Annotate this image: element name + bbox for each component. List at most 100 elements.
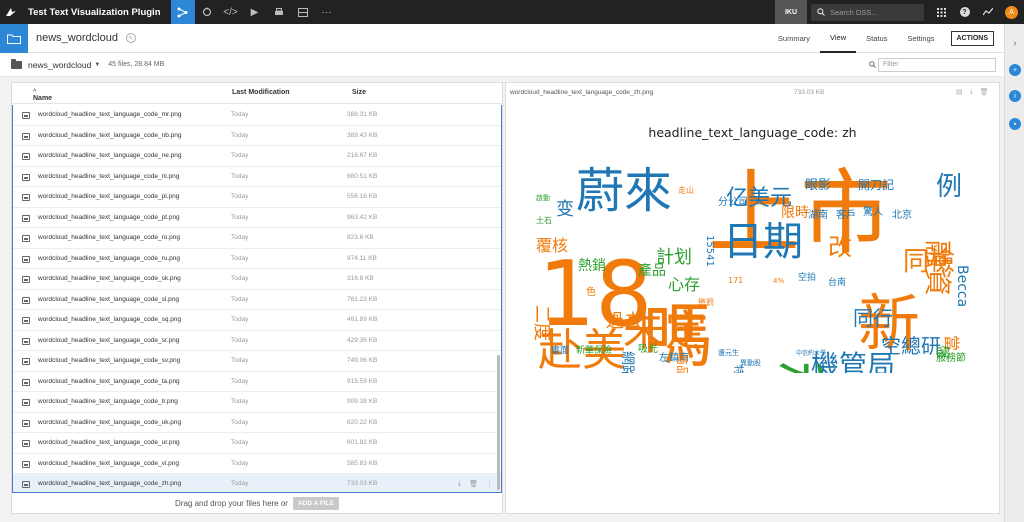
apps-grid-icon[interactable] [930, 0, 953, 24]
wordcloud-word: 吸光 [638, 342, 658, 355]
file-name[interactable]: wordcloud_headline_text_language_code_pt… [38, 214, 180, 221]
file-list-scrollbar[interactable] [497, 355, 500, 490]
tab-settings[interactable]: Settings [897, 24, 944, 53]
object-name[interactable]: news_wordcloud [36, 32, 118, 44]
add-file-button[interactable]: ADD A FILE [292, 496, 339, 510]
run-play-icon[interactable]: ▶ [243, 0, 267, 24]
tab-summary[interactable]: Summary [768, 24, 820, 53]
file-name[interactable]: wordcloud_headline_text_language_code_ru… [38, 255, 180, 262]
file-row[interactable]: wordcloud_headline_text_language_code_sr… [13, 331, 501, 351]
file-row[interactable]: wordcloud_headline_text_language_code_ru… [13, 249, 501, 269]
file-name[interactable]: wordcloud_headline_text_language_code_tr… [38, 398, 178, 405]
file-row[interactable]: wordcloud_headline_text_language_code_pt… [13, 208, 501, 228]
file-row[interactable]: wordcloud_headline_text_language_code_ur… [13, 433, 501, 454]
file-name[interactable]: wordcloud_headline_text_language_code_sr… [38, 337, 179, 344]
file-name[interactable]: wordcloud_headline_text_language_code_sv… [38, 357, 180, 364]
file-row[interactable]: wordcloud_headline_text_language_code_mr… [13, 105, 501, 126]
add-plus-icon[interactable]: + [1009, 64, 1021, 76]
file-size: 556.16 KB [347, 193, 378, 201]
file-name[interactable]: wordcloud_headline_text_language_code_zh… [38, 480, 181, 487]
file-row[interactable]: wordcloud_headline_text_language_code_ne… [13, 146, 501, 167]
recipes-cycle-icon[interactable] [195, 0, 219, 24]
image-file-icon [22, 112, 30, 119]
file-name[interactable]: wordcloud_headline_text_language_code_sq… [38, 316, 181, 323]
flow-icon[interactable] [170, 0, 195, 24]
row-delete-icon[interactable]: 🗑 [469, 480, 478, 488]
file-modified: Today [231, 316, 249, 324]
file-name[interactable]: wordcloud_headline_text_language_code_sl… [38, 296, 179, 303]
file-row[interactable]: wordcloud_headline_text_language_code_nb… [13, 126, 501, 146]
collapse-arrow-icon[interactable]: › [1009, 37, 1021, 49]
file-row[interactable]: wordcloud_headline_text_language_code_tr… [13, 392, 501, 413]
column-name[interactable]: Name ^ [33, 89, 52, 102]
edit-pencil-icon[interactable]: ✎ [125, 33, 136, 43]
drop-zone[interactable]: Drag and drop your files here or ADD A F… [12, 493, 502, 513]
app-title[interactable]: Test Text Visualization Plugin [22, 7, 171, 18]
top-navigation-bar: Test Text Visualization Plugin </> ▶ ···… [0, 0, 1024, 24]
file-row[interactable]: wordcloud_headline_text_language_code_sq… [13, 310, 501, 331]
row-more-icon[interactable]: ⋮ [486, 480, 493, 488]
file-modified: Today [231, 275, 249, 283]
discussion-chat-icon[interactable]: ▪ [1009, 118, 1021, 130]
more-menu-icon[interactable]: ··· [315, 0, 339, 24]
file-name[interactable]: wordcloud_headline_text_language_code_mr… [38, 111, 181, 118]
file-name[interactable]: wordcloud_headline_text_language_code_pl… [38, 193, 179, 200]
user-avatar[interactable]: A [1005, 5, 1018, 19]
help-icon[interactable]: ? [953, 0, 976, 24]
image-file-icon [22, 481, 30, 488]
chevron-down-icon[interactable]: ▼ [94, 62, 100, 68]
file-row[interactable]: wordcloud_headline_text_language_code_uk… [13, 413, 501, 433]
file-row[interactable]: wordcloud_headline_text_language_code_sl… [13, 290, 501, 310]
file-name[interactable]: wordcloud_headline_text_language_code_nl… [38, 173, 179, 180]
file-name[interactable]: wordcloud_headline_text_language_code_uk… [38, 419, 181, 426]
wordcloud-word: 土石 [536, 215, 552, 225]
dashboard-icon[interactable] [291, 0, 315, 24]
filter-input[interactable]: Filter [878, 57, 996, 72]
file-size: 218.67 KB [347, 152, 378, 160]
file-name[interactable]: wordcloud_headline_text_language_code_ta… [38, 378, 180, 385]
code-icon[interactable]: </> [219, 0, 243, 24]
tab-status[interactable]: Status [856, 24, 897, 53]
file-row[interactable]: wordcloud_headline_text_language_code_ta… [13, 372, 501, 392]
file-size: 620.22 KB [347, 418, 378, 426]
info-icon[interactable]: i [1009, 90, 1021, 102]
file-row[interactable]: wordcloud_headline_text_language_code_sv… [13, 351, 501, 372]
image-file-icon [22, 419, 30, 427]
file-modified: Today [231, 398, 249, 406]
wordcloud-word: 走山 [678, 185, 694, 195]
wordcloud-svg: 上市18嗎新稱蔚來赴美日期未定機管局同檢融資例改心存計划熱銷產品網路過去二度覆核… [531, 160, 970, 425]
image-file-icon [22, 337, 30, 345]
global-search-input[interactable]: Search DSS... [811, 3, 924, 21]
actions-button[interactable]: ACTIONS [950, 30, 994, 46]
file-name[interactable]: wordcloud_headline_text_language_code_sk… [38, 275, 181, 282]
wordcloud-word: 融資 [921, 240, 954, 296]
file-row[interactable]: wordcloud_headline_text_language_code_pl… [13, 187, 501, 208]
dataiku-bird-logo-icon[interactable] [0, 0, 22, 24]
file-modified: Today [231, 111, 249, 119]
image-file-icon [22, 132, 30, 140]
instance-badge[interactable]: IKU [775, 0, 807, 24]
file-name[interactable]: wordcloud_headline_text_language_code_ur… [38, 439, 180, 446]
preview-delete-icon[interactable]: 🗑 [980, 88, 989, 96]
activity-chart-icon[interactable] [976, 0, 999, 24]
folder-name[interactable]: news_wordcloud [28, 60, 91, 70]
file-row[interactable]: wordcloud_headline_text_language_code_zh… [13, 474, 501, 492]
file-row[interactable]: wordcloud_headline_text_language_code_ro… [13, 228, 501, 249]
jobs-printer-icon[interactable] [267, 0, 291, 24]
tab-view[interactable]: View [820, 24, 857, 53]
file-modified: Today [231, 357, 249, 365]
file-name[interactable]: wordcloud_headline_text_language_code_vi… [38, 460, 179, 467]
file-row[interactable]: wordcloud_headline_text_language_code_nl… [13, 167, 501, 187]
file-size: 585.83 KB [347, 459, 378, 467]
file-name[interactable]: wordcloud_headline_text_language_code_ne… [38, 152, 181, 159]
row-download-icon[interactable]: ⤓ [458, 480, 461, 488]
preview-actions: ▤ ⤓ 🗑 [956, 88, 989, 96]
file-row[interactable]: wordcloud_headline_text_language_code_vi… [13, 454, 501, 474]
preview-open-icon[interactable]: ▤ [956, 88, 963, 96]
file-name[interactable]: wordcloud_headline_text_language_code_ro… [38, 234, 180, 241]
file-row[interactable]: wordcloud_headline_text_language_code_sk… [13, 269, 501, 290]
preview-download-icon[interactable]: ⤓ [970, 88, 973, 96]
column-last-modification[interactable]: Last Modification [232, 89, 290, 96]
column-size[interactable]: Size [352, 89, 366, 96]
file-name[interactable]: wordcloud_headline_text_language_code_nb… [38, 132, 181, 139]
